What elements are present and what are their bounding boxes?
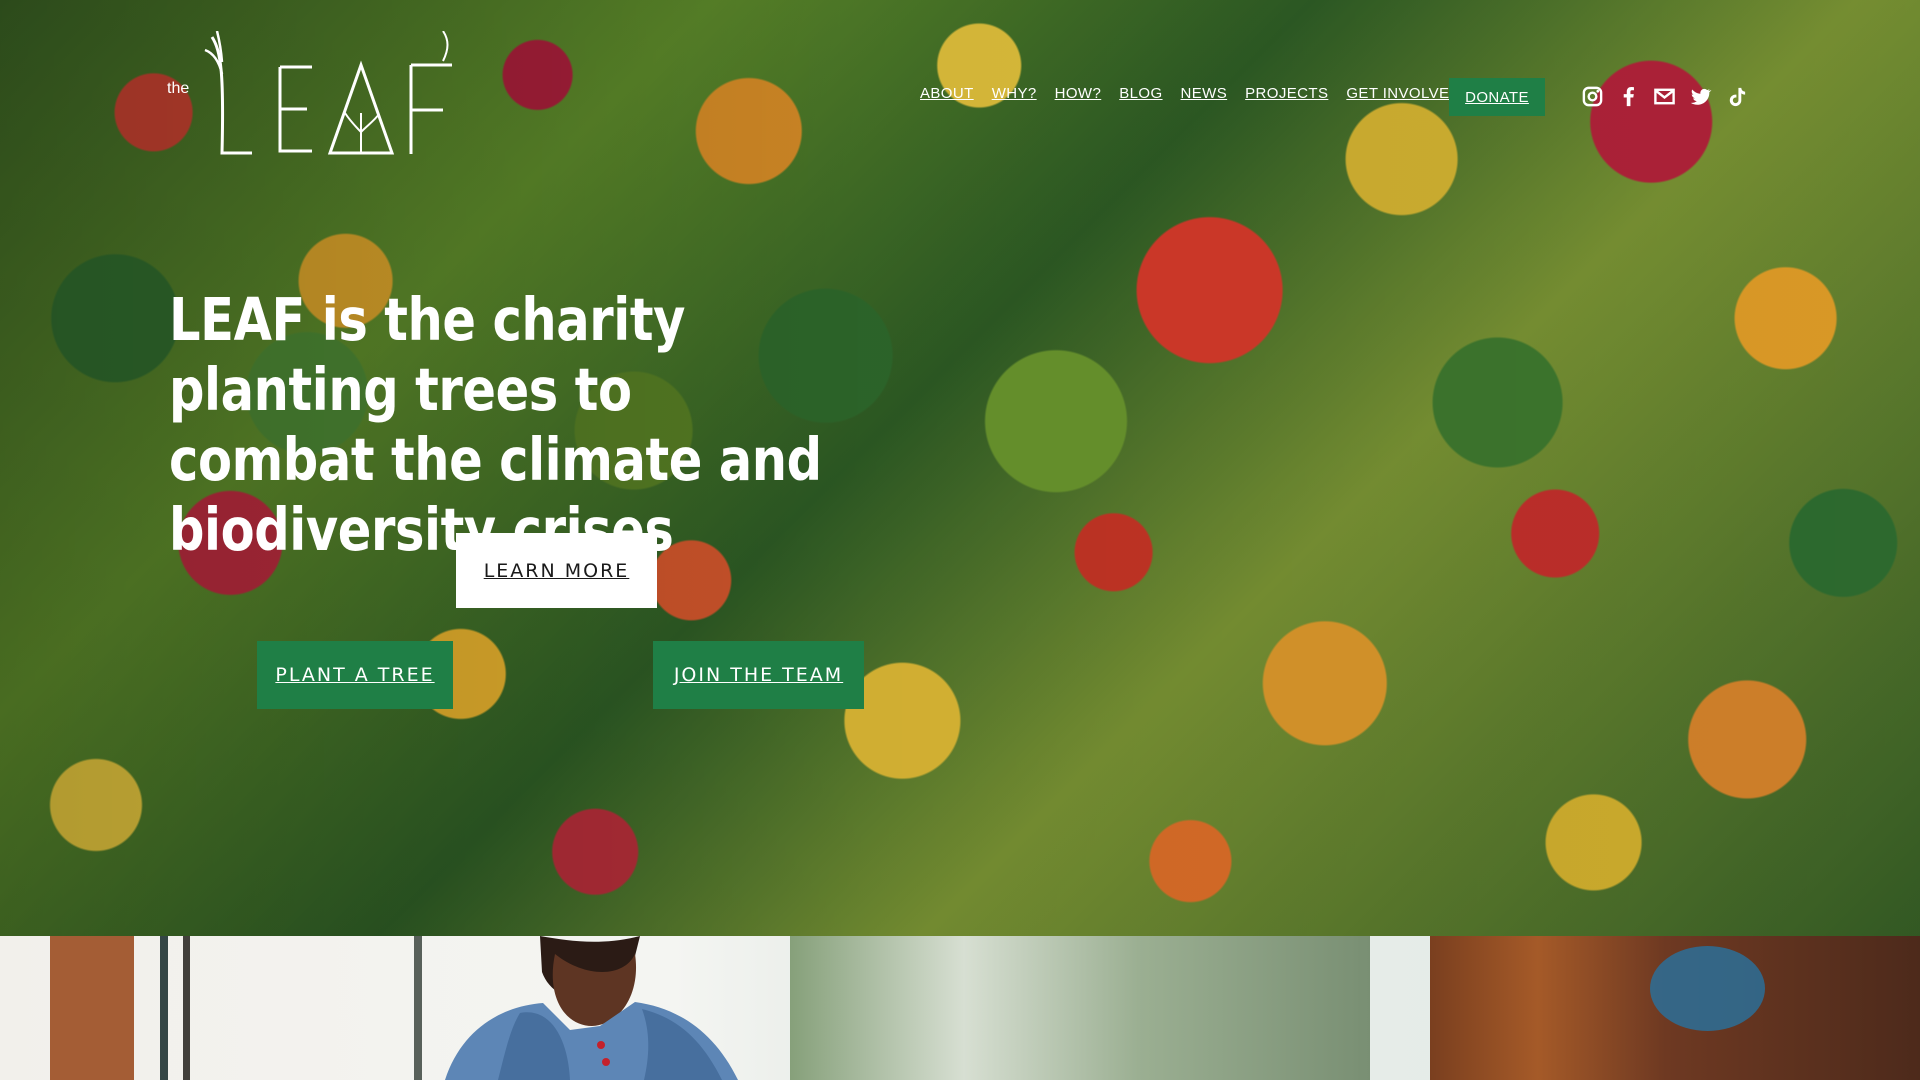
nav-how-link[interactable]: HOW? xyxy=(1055,85,1102,102)
fence-post-graphic xyxy=(183,936,190,1080)
nav-blog-link[interactable]: BLOG xyxy=(1119,85,1162,102)
wooden-post-graphic xyxy=(50,936,134,1080)
blurred-foreground-graphic xyxy=(1430,936,1920,1080)
logo-prefix-text: the xyxy=(167,80,189,97)
twitter-icon[interactable] xyxy=(1689,85,1712,108)
site-header: the ABOUT WHY? HOW? BLOG NEWS PROJECTS G… xyxy=(0,0,1920,180)
nav-get-involved-link[interactable]: GET INVOLVED xyxy=(1346,85,1460,102)
email-icon[interactable] xyxy=(1653,85,1676,108)
site-logo[interactable]: the xyxy=(167,30,452,163)
person-photo-graphic xyxy=(445,936,738,1080)
nav-projects-link[interactable]: PROJECTS xyxy=(1245,85,1328,102)
tiktok-icon[interactable] xyxy=(1725,85,1748,108)
main-navigation: ABOUT WHY? HOW? BLOG NEWS PROJECTS GET I… xyxy=(920,85,1479,102)
next-section-photo xyxy=(0,936,1920,1080)
facebook-icon[interactable] xyxy=(1617,85,1640,108)
hero-headline: LEAF is the charity planting trees to co… xyxy=(169,285,822,564)
nav-why-link[interactable]: WHY? xyxy=(992,85,1037,102)
nav-about-link[interactable]: ABOUT xyxy=(920,85,974,102)
fence-post-graphic xyxy=(160,936,168,1080)
leaf-logo-icon: the xyxy=(167,30,452,155)
nav-news-link[interactable]: NEWS xyxy=(1181,85,1228,102)
greenhouse-background-graphic xyxy=(790,936,1370,1080)
donate-button[interactable]: DONATE xyxy=(1449,78,1545,116)
instagram-icon[interactable] xyxy=(1581,85,1604,108)
learn-more-button[interactable]: LEARN MORE xyxy=(456,533,657,608)
plant-a-tree-button[interactable]: PLANT A TREE xyxy=(257,641,453,709)
join-the-team-button[interactable]: JOIN THE TEAM xyxy=(653,641,864,709)
social-links xyxy=(1581,85,1748,108)
